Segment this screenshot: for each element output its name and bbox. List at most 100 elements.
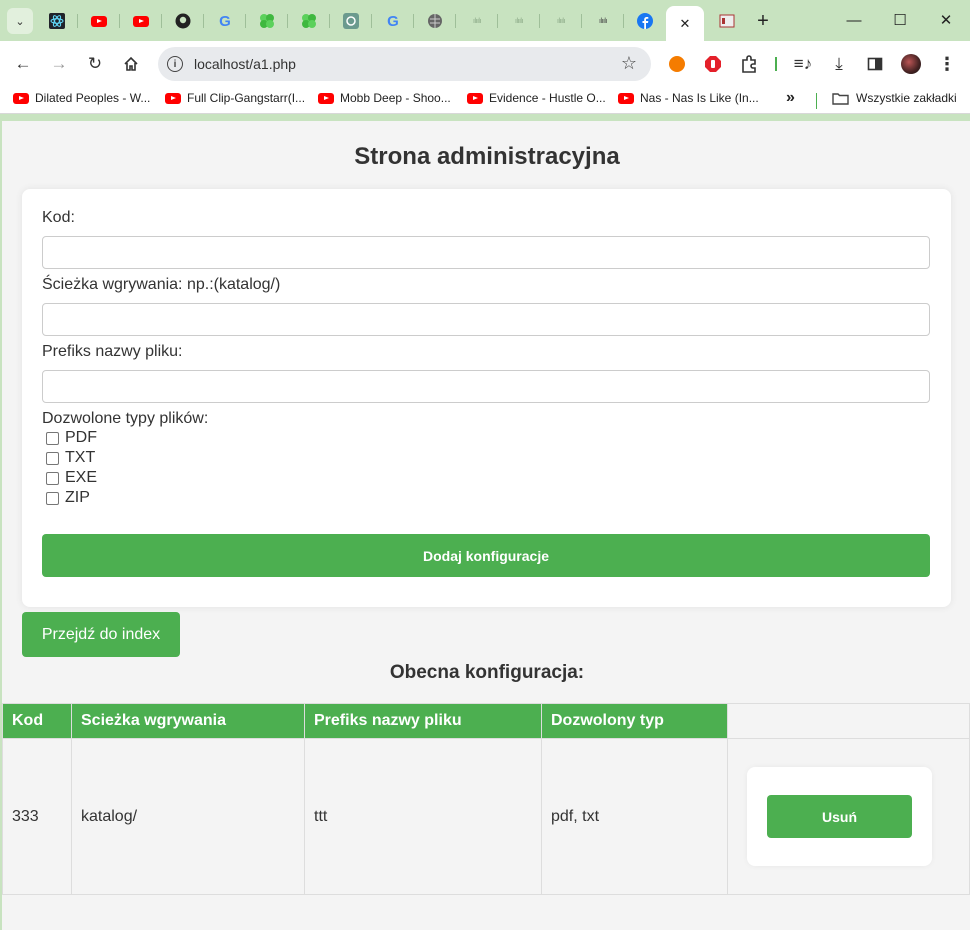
bookmark-item[interactable]: Mobb Deep - Shoo... <box>318 91 451 105</box>
info-icon[interactable]: i <box>167 56 183 72</box>
column-header-sciezka: Scieżka wgrywania <box>71 703 305 739</box>
checkbox[interactable] <box>46 451 59 465</box>
github-icon <box>175 13 191 29</box>
checkbox-txt[interactable]: TXT <box>46 449 95 467</box>
youtube-icon <box>133 15 149 27</box>
tab-facebook[interactable] <box>624 8 666 34</box>
youtube-icon <box>318 92 334 104</box>
chevron-double-right-icon: » <box>786 89 795 106</box>
reload-icon: ↻ <box>87 54 103 73</box>
bookmark-item[interactable]: Nas - Nas Is Like (In... <box>618 91 759 105</box>
delete-form: Usuń <box>747 767 932 866</box>
side-panel-button[interactable] <box>862 51 888 77</box>
checkbox[interactable] <box>46 471 59 485</box>
tab-active[interactable]: ✕ <box>666 6 704 41</box>
address-bar[interactable]: i localhost/a1.php ☆ <box>158 47 651 81</box>
youtube-icon <box>91 15 107 27</box>
tab-youtube-2[interactable] <box>120 8 162 34</box>
playlist-icon: ≡♪ <box>793 54 813 73</box>
bookmarks-divider <box>816 93 817 109</box>
kod-label: Kod: <box>42 209 75 226</box>
minimize-button[interactable]: — <box>839 8 869 32</box>
page-viewport: Strona administracyjna Kod: Ścieżka wgry… <box>0 121 970 930</box>
download-icon: ⤓ <box>835 54 843 73</box>
tab-google-2[interactable]: G <box>372 8 414 34</box>
facebook-icon <box>637 13 653 29</box>
bookmark-label: Nas - Nas Is Like (In... <box>640 91 759 105</box>
tab-cisco-1[interactable]: ılıılı <box>456 8 498 34</box>
bookmarks-bar: Dilated Peoples - W... Full Clip-Gangsta… <box>0 87 970 114</box>
home-icon <box>124 56 138 71</box>
cell-kod: 333 <box>2 738 72 895</box>
tab-cisco-2[interactable]: ılıılı <box>498 8 540 34</box>
tab-react[interactable] <box>36 8 78 34</box>
tab-app-green-1[interactable] <box>246 8 288 34</box>
delete-button[interactable]: Usuń <box>767 795 912 838</box>
avast-icon <box>669 56 685 72</box>
checkbox-zip[interactable]: ZIP <box>46 489 90 507</box>
checkbox-label: EXE <box>65 469 98 486</box>
maximize-icon: ☐ <box>893 12 907 29</box>
globe-icon <box>428 14 442 28</box>
arrow-left-icon: ← <box>14 54 32 73</box>
forward-button[interactable]: → <box>46 51 72 77</box>
clover-icon <box>260 14 274 28</box>
tab-strip: ⌄ G G ılıılı ılıılı ılıılı ılıılı ✕ + — … <box>0 0 970 41</box>
chatgpt-icon <box>343 13 359 29</box>
close-icon[interactable]: ✕ <box>680 16 691 32</box>
tab-local[interactable] <box>706 8 748 34</box>
column-header-actions <box>727 703 970 739</box>
cell-sciezka: katalog/ <box>71 738 305 895</box>
home-button[interactable] <box>118 51 144 77</box>
tab-cisco-3[interactable]: ılıılı <box>540 8 582 34</box>
star-icon[interactable]: ☆ <box>621 53 637 74</box>
all-bookmarks-folder[interactable]: Wszystkie zakładki <box>832 91 957 105</box>
prefiks-input[interactable] <box>42 370 930 403</box>
url-text[interactable]: localhost/a1.php <box>194 56 296 72</box>
extension-avast[interactable] <box>664 51 690 77</box>
menu-button[interactable]: ⋮ <box>934 51 960 77</box>
bookmark-item[interactable]: Evidence - Hustle O... <box>467 91 606 105</box>
tab-chatgpt[interactable] <box>330 8 372 34</box>
add-config-button[interactable]: Dodaj konfiguracje <box>42 534 930 577</box>
bookmark-label: Dilated Peoples - W... <box>35 91 151 105</box>
youtube-icon <box>13 92 29 104</box>
maximize-button[interactable]: ☐ <box>885 8 915 32</box>
extension-adblock[interactable] <box>700 51 726 77</box>
checkbox[interactable] <box>46 431 59 445</box>
media-button[interactable]: ≡♪ <box>790 51 816 77</box>
tab-app-green-2[interactable] <box>288 8 330 34</box>
youtube-icon <box>467 92 483 104</box>
cell-actions: Usuń <box>727 738 970 895</box>
downloads-button[interactable]: ⤓ <box>826 51 852 77</box>
tab-youtube-1[interactable] <box>78 8 120 34</box>
new-tab-button[interactable]: + <box>744 8 782 34</box>
checkbox-label: PDF <box>65 429 97 446</box>
prefiks-label: Prefiks nazwy pliku: <box>42 343 183 360</box>
checkbox-label: TXT <box>65 449 96 466</box>
tab-globe[interactable] <box>414 8 456 34</box>
checkbox[interactable] <box>46 491 59 505</box>
page-title: Strona administracyjna <box>354 143 620 170</box>
reload-button[interactable]: ↻ <box>82 51 108 77</box>
bookmark-item[interactable]: Dilated Peoples - W... <box>13 91 150 105</box>
extensions-button[interactable] <box>736 51 762 77</box>
tab-search-button[interactable]: ⌄ <box>6 8 34 34</box>
bookmark-item[interactable]: Full Clip-Gangstarr(I... <box>165 91 305 105</box>
avatar <box>901 54 921 74</box>
go-to-index-button[interactable]: Przejdź do index <box>22 612 180 657</box>
tab-cisco-4[interactable]: ılıılı <box>582 8 624 34</box>
close-window-button[interactable]: ✕ <box>931 8 961 32</box>
table-header-row: Kod Scieżka wgrywania Prefiks nazwy plik… <box>2 703 970 739</box>
all-bookmarks-label: Wszystkie zakładki <box>856 91 957 105</box>
kod-input[interactable] <box>42 236 930 269</box>
sciezka-input[interactable] <box>42 303 930 336</box>
bookmarks-overflow-button[interactable]: » <box>786 89 795 107</box>
tab-github[interactable] <box>162 8 204 34</box>
checkbox-pdf[interactable]: PDF <box>46 429 97 447</box>
cell-typ: pdf, txt <box>541 738 728 895</box>
profile-button[interactable] <box>898 51 924 77</box>
checkbox-exe[interactable]: EXE <box>46 469 97 487</box>
back-button[interactable]: ← <box>10 51 36 77</box>
tab-google-1[interactable]: G <box>204 8 246 34</box>
